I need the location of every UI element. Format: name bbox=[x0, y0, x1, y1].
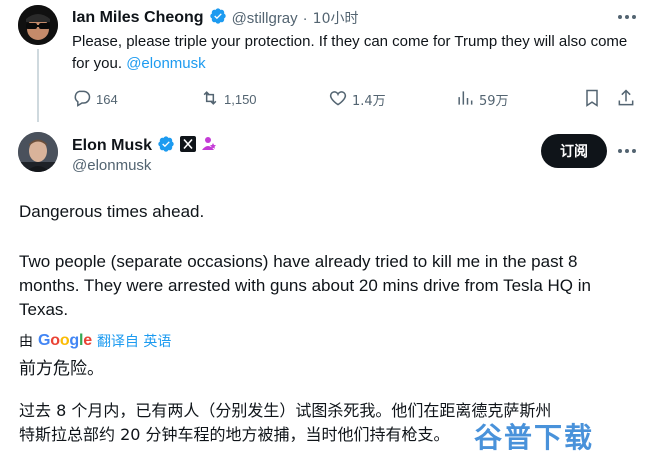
google-logo-icon: Google bbox=[38, 332, 92, 349]
tweet2-header: Elon Musk bbox=[72, 135, 219, 157]
affiliate-badge-icon[interactable] bbox=[201, 135, 219, 158]
like-count: 1.4万 bbox=[352, 93, 386, 109]
tweet2-display-name[interactable]: Elon Musk bbox=[72, 137, 152, 155]
tweet1-handle[interactable]: @stillgray bbox=[232, 10, 298, 27]
translate-source-link[interactable]: 翻译自 英语 bbox=[97, 331, 171, 351]
retweet-button[interactable]: 1,150 bbox=[200, 86, 257, 112]
tweet1-action-bar: 164 1,150 1.4万 59万 bbox=[72, 86, 637, 112]
like-icon bbox=[328, 88, 348, 111]
translated-paragraph-1: 前方危险。 bbox=[19, 359, 104, 379]
views-button[interactable]: 59万 bbox=[455, 86, 509, 112]
reply-icon bbox=[72, 88, 92, 111]
translated-paragraph-2-line-1: 过去 8 个月内，已有两人（分别发生）试图杀死我。他们在距离德克萨斯州 bbox=[19, 401, 552, 420]
more-icon[interactable] bbox=[616, 141, 638, 166]
bookmark-button[interactable] bbox=[582, 86, 602, 112]
bookmark-icon bbox=[582, 88, 602, 111]
retweet-icon bbox=[200, 88, 220, 111]
tweet1-text: Please, please triple your protection. I… bbox=[72, 31, 632, 75]
tweet2-handle[interactable]: @elonmusk bbox=[72, 157, 151, 174]
verified-gold-icon[interactable] bbox=[157, 135, 175, 158]
verified-blue-icon[interactable] bbox=[209, 7, 227, 30]
reply-button[interactable]: 164 bbox=[72, 86, 118, 112]
more-icon[interactable] bbox=[616, 7, 638, 32]
watermark-logo: 谷普下载 bbox=[474, 421, 595, 454]
translate-prefix: 由 bbox=[19, 334, 33, 350]
tweet2-paragraph-1: Dangerous times ahead. bbox=[19, 202, 205, 221]
thread-connector-line bbox=[37, 49, 39, 122]
tweet1-header: Ian Miles Cheong @stillgray · 10小时 bbox=[72, 7, 358, 29]
tweet1-mention-link[interactable]: @elonmusk bbox=[126, 55, 205, 72]
tweet1-separator: · bbox=[302, 9, 308, 27]
views-count: 59万 bbox=[479, 93, 509, 109]
like-button[interactable]: 1.4万 bbox=[328, 86, 386, 112]
subscribe-button[interactable]: 订阅 bbox=[541, 134, 607, 168]
avatar-elon-musk[interactable] bbox=[18, 132, 58, 172]
share-button[interactable] bbox=[616, 86, 636, 112]
tweet1-display-name[interactable]: Ian Miles Cheong bbox=[72, 9, 204, 27]
share-icon bbox=[616, 88, 636, 111]
reply-count: 164 bbox=[96, 91, 118, 107]
translated-paragraph-2-line-2: 特斯拉总部约 20 分钟车程的地方被捕，当时他们持有枪支。 bbox=[19, 425, 450, 444]
tweet1-time[interactable]: 10小时 bbox=[313, 8, 359, 28]
x-logo-badge-icon[interactable] bbox=[180, 135, 197, 157]
tweet2-paragraph-2: Two people (separate occasions) have alr… bbox=[19, 252, 591, 319]
views-icon bbox=[455, 88, 475, 111]
avatar-ian-miles-cheong[interactable] bbox=[18, 5, 58, 45]
translate-attribution[interactable]: 由 Google 翻译自 英语 bbox=[19, 330, 171, 352]
retweet-count: 1,150 bbox=[224, 91, 257, 107]
